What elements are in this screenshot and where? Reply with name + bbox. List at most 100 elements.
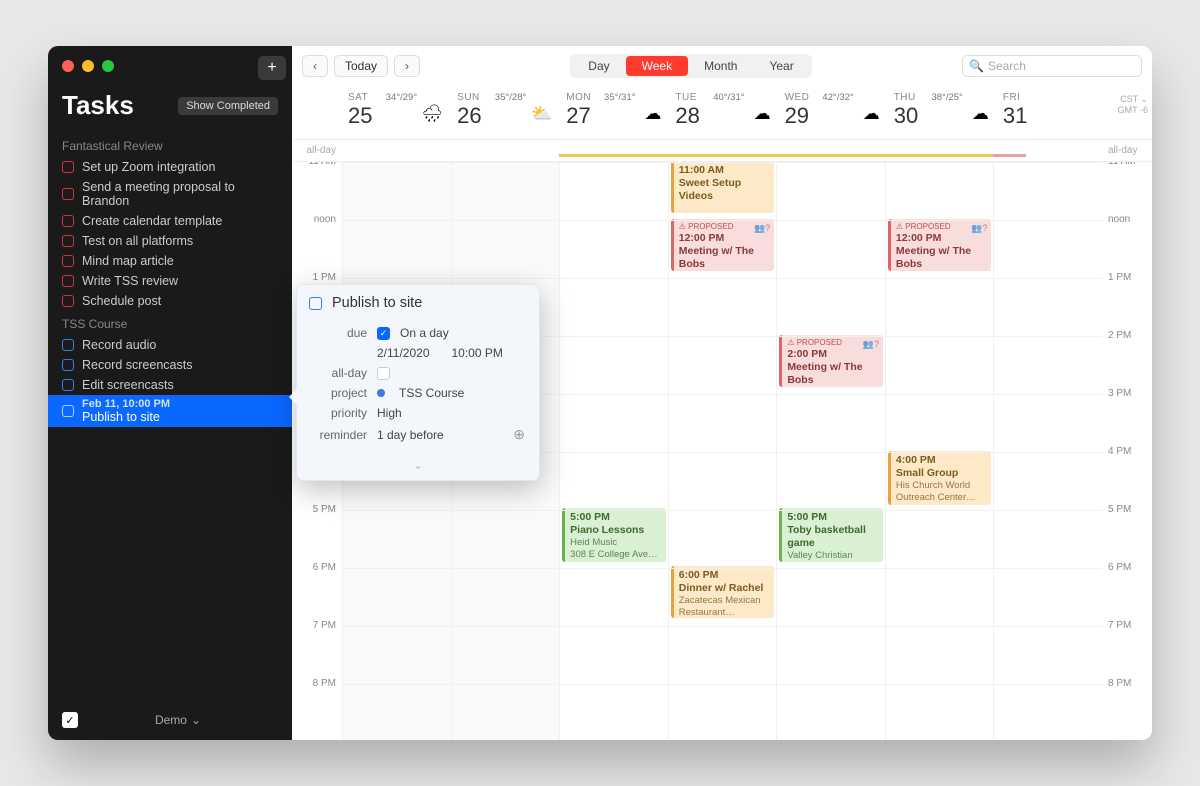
task-title: Write TSS review: [82, 274, 178, 288]
checkbox-icon[interactable]: [62, 339, 74, 351]
grid-col-mon[interactable]: 5:00 PMPiano LessonsHeid Music308 E Coll…: [559, 162, 668, 740]
today-button[interactable]: Today: [334, 55, 388, 77]
checkbox-icon[interactable]: [62, 255, 74, 267]
task-detail-popover: Publish to site due✓On a day 2/11/202010…: [296, 284, 540, 481]
task-item[interactable]: Set up Zoom integration: [48, 157, 292, 177]
task-title: Edit screencasts: [82, 378, 174, 392]
expand-popover-icon[interactable]: ⌄: [297, 456, 539, 480]
event[interactable]: ⚠ PROPOSED12:00 PMMeeting w/ The Bobs👥?: [888, 219, 992, 271]
day-header: SAT2534°/29°🌧 SUN2635°/28°⛅ MON2735°/31°…: [292, 86, 1152, 140]
view-year[interactable]: Year: [753, 56, 809, 76]
next-button[interactable]: ›: [394, 55, 420, 77]
task-title: Schedule post: [82, 294, 161, 308]
popover-title: Publish to site: [332, 295, 422, 311]
project-value[interactable]: TSS Course: [399, 386, 464, 400]
day-col[interactable]: TUE2840°/31°☁: [669, 86, 778, 139]
checkbox-icon[interactable]: [62, 295, 74, 307]
task-item[interactable]: Write TSS review: [48, 271, 292, 291]
event[interactable]: ⚠ PROPOSED2:00 PMMeeting w/ The Bobs👥?: [779, 335, 883, 387]
task-item[interactable]: Mind map article: [48, 251, 292, 271]
show-completed-button[interactable]: Show Completed: [178, 97, 278, 115]
task-item-selected[interactable]: Feb 11, 10:00 PM Publish to site: [48, 395, 292, 427]
checkbox-icon[interactable]: [62, 379, 74, 391]
weather-icon: 🌧: [422, 104, 444, 124]
search-input[interactable]: 🔍 Search: [962, 55, 1142, 77]
priority-value[interactable]: High: [377, 406, 402, 420]
task-item[interactable]: Schedule post: [48, 291, 292, 311]
task-item[interactable]: Record audio: [48, 335, 292, 355]
project-color-icon: [377, 389, 385, 397]
sidebar-title: Tasks: [62, 90, 134, 121]
due-date-field[interactable]: 2/11/2020: [377, 346, 430, 360]
day-col[interactable]: THU3038°/25°☁: [888, 86, 997, 139]
task-title: Record screencasts: [82, 358, 192, 372]
checkbox-icon[interactable]: [62, 188, 74, 200]
task-title: Mind map article: [82, 254, 174, 268]
checkbox-icon[interactable]: [62, 161, 74, 173]
task-title: Set up Zoom integration: [82, 160, 215, 174]
weather-icon: ☁: [863, 104, 880, 124]
task-title: Test on all platforms: [82, 234, 193, 248]
toolbar: ‹ Today › Day Week Month Year 🔍 Search: [292, 46, 1152, 86]
prev-button[interactable]: ‹: [302, 55, 328, 77]
event[interactable]: ⚠ PROPOSED12:00 PMMeeting w/ The Bobs👥?: [671, 219, 775, 271]
checkbox-icon[interactable]: [62, 359, 74, 371]
tasks-mode-icon[interactable]: ✓: [62, 712, 78, 728]
popover-checkbox[interactable]: [309, 297, 322, 310]
event[interactable]: 4:00 PMSmall GroupHis Church World Outre…: [888, 451, 992, 505]
day-col[interactable]: WED2942°/32°☁: [779, 86, 888, 139]
weather-icon: ☁: [972, 104, 989, 124]
search-placeholder: Search: [988, 59, 1026, 73]
app-window: + Tasks Show Completed Fantastical Revie…: [48, 46, 1152, 740]
task-item[interactable]: Record screencasts: [48, 355, 292, 375]
allday-row: all-day all-day: [292, 140, 1152, 162]
reminder-value[interactable]: 1 day before: [377, 428, 444, 442]
task-item[interactable]: Edit screencasts: [48, 375, 292, 395]
event[interactable]: 5:00 PMPiano LessonsHeid Music308 E Coll…: [562, 508, 666, 562]
calendar-set-dropdown[interactable]: Demo⌄: [155, 713, 201, 727]
allday-checkbox[interactable]: [377, 367, 390, 380]
task-item[interactable]: Create calendar template: [48, 211, 292, 231]
weather-icon: ☁: [754, 104, 771, 124]
close-window-icon[interactable]: [62, 60, 74, 72]
search-icon: 🔍: [969, 59, 984, 73]
view-segment: Day Week Month Year: [570, 54, 811, 78]
grid-col-tue[interactable]: 11:00 AMSweet Setup Videos ⚠ PROPOSED12:0…: [668, 162, 777, 740]
group-label: Fantastical Review: [48, 133, 292, 157]
add-button[interactable]: +: [258, 56, 286, 80]
day-col[interactable]: SAT2534°/29°🌧: [342, 86, 451, 139]
task-item[interactable]: Send a meeting proposal to Brandon: [48, 177, 292, 211]
due-mode[interactable]: On a day: [400, 326, 449, 340]
checkbox-icon[interactable]: [62, 275, 74, 287]
checkbox-icon[interactable]: [62, 235, 74, 247]
task-item[interactable]: Test on all platforms: [48, 231, 292, 251]
task-title: Publish to site: [82, 410, 170, 424]
day-col[interactable]: MON2735°/31°☁: [560, 86, 669, 139]
grid-col-wed[interactable]: ⚠ PROPOSED2:00 PMMeeting w/ The Bobs👥? 5:…: [776, 162, 885, 740]
checkbox-icon[interactable]: [62, 215, 74, 227]
task-title: Record audio: [82, 338, 156, 352]
task-title: Send a meeting proposal to Brandon: [82, 180, 278, 208]
task-title: Create calendar template: [82, 214, 222, 228]
event[interactable]: 5:00 PMToby basketball gameValley Christ…: [779, 508, 883, 562]
maximize-window-icon[interactable]: [102, 60, 114, 72]
chevron-down-icon: ⌄: [191, 713, 201, 727]
due-enabled-checkbox[interactable]: ✓: [377, 327, 390, 340]
event[interactable]: 11:00 AMSweet Setup Videos: [671, 162, 775, 213]
day-col[interactable]: FRI31: [997, 86, 1106, 139]
view-month[interactable]: Month: [688, 56, 753, 76]
weather-icon: ⛅: [531, 104, 552, 124]
checkbox-icon[interactable]: [62, 405, 74, 417]
minimize-window-icon[interactable]: [82, 60, 94, 72]
timezone[interactable]: CST ⌄GMT -6: [1106, 86, 1152, 139]
day-col[interactable]: SUN2635°/28°⛅: [451, 86, 560, 139]
view-week[interactable]: Week: [626, 56, 688, 76]
due-time-field[interactable]: 10:00 PM: [452, 346, 503, 360]
grid-col-thu[interactable]: ⚠ PROPOSED12:00 PMMeeting w/ The Bobs👥? 4…: [885, 162, 994, 740]
hours-right: 11 AMnoon1 PM2 PM3 PM4 PM5 PM6 PM7 PM8 P…: [1102, 162, 1152, 740]
event[interactable]: 6:00 PMDinner w/ RachelZacatecas Mexican…: [671, 566, 775, 618]
add-reminder-icon[interactable]: ⊕: [513, 426, 525, 443]
grid-col-fri[interactable]: [993, 162, 1102, 740]
view-day[interactable]: Day: [572, 56, 625, 76]
sidebar: + Tasks Show Completed Fantastical Revie…: [48, 46, 292, 740]
